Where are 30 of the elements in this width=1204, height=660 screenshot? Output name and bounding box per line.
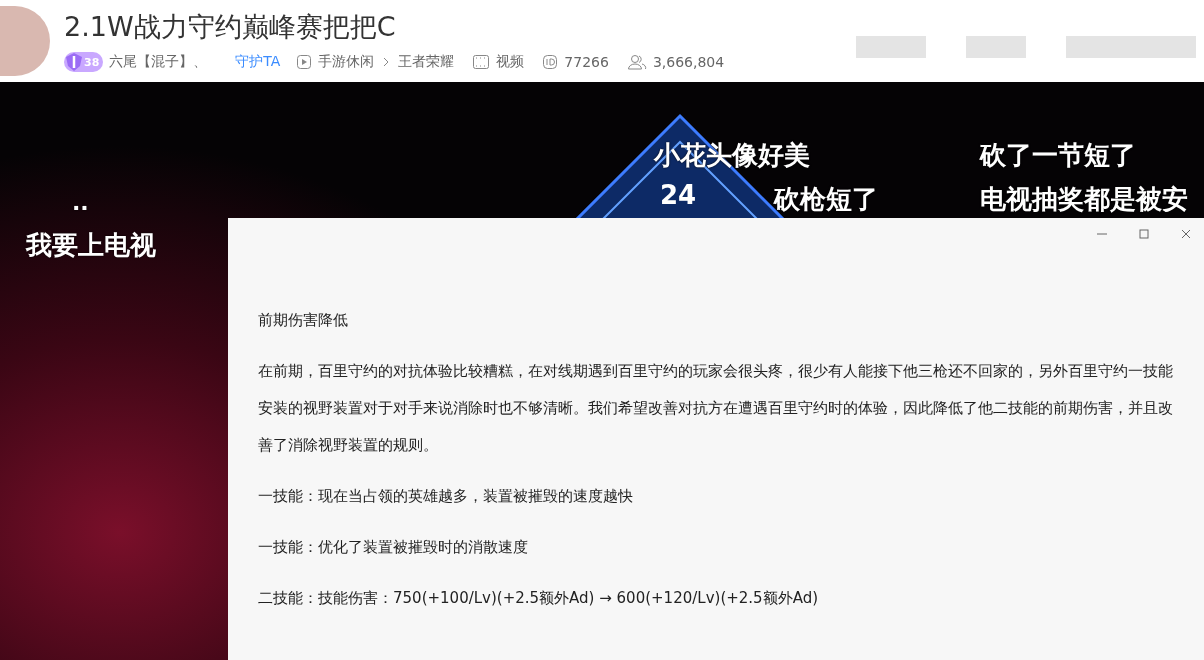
avatar-placeholder[interactable] (0, 6, 50, 76)
bullet-comment: 砍枪短了 (774, 183, 878, 216)
stream-title: 2.1W战力守约巅峰赛把把C (64, 10, 397, 44)
rank-number: 24 (660, 180, 697, 210)
bullet-comment: .. (72, 190, 89, 215)
category-link[interactable]: 手游休闲 (318, 53, 375, 71)
game-link[interactable]: 王者荣耀 (398, 53, 455, 71)
paragraph: 二技能：技能伤害：750(+100/Lv)(+2.5额外Ad) → 600(+120/Lv)(+2.5额外Ad) (258, 588, 820, 609)
bullet-comment: 电视抽奖都是被安 (980, 183, 1188, 216)
pixelated-block (966, 36, 1026, 58)
level-badge: 38 (64, 52, 104, 72)
room-id: 77266 (564, 54, 609, 70)
film-icon (472, 54, 491, 70)
section-heading: 前期伤害降低 (258, 310, 349, 331)
streamer-name[interactable]: 六尾【混子】、 (109, 53, 208, 71)
guard-link[interactable]: 守护TA (235, 53, 281, 71)
maximize-icon[interactable] (1138, 228, 1150, 240)
close-icon[interactable] (1180, 228, 1192, 240)
tag-link[interactable]: 视频 (496, 53, 525, 71)
follower-count: 3,666,804 (652, 54, 725, 70)
chevron-icon (382, 56, 391, 68)
pixelated-block (856, 36, 926, 58)
paragraph: 在前期，百里守约的对抗体验比较糟糕，在对线期遇到百里守约的玩家会很头疼，很少有人能接下他三枪还不回家的，另外百里守约一技能安装的视野装置对于对手来说消除时也不够清晰。我们希望改善对抗方在遭遇百里守约时的体验，因此降低了他二技能的前期伤害，并且改善了消除视野装置的规则。 (258, 361, 1174, 456)
bullet-comment: 砍了一节短了 (980, 139, 1136, 172)
play-icon (296, 54, 313, 70)
paragraph: 一技能：优化了装置被摧毁时的消散速度 (258, 537, 529, 558)
people-icon (626, 54, 647, 70)
id-icon (542, 54, 559, 70)
paragraph: 一技能：现在当占领的英雄越多，装置被摧毁的速度越快 (258, 486, 634, 507)
bullet-comment: 我要上电视 (26, 229, 156, 262)
